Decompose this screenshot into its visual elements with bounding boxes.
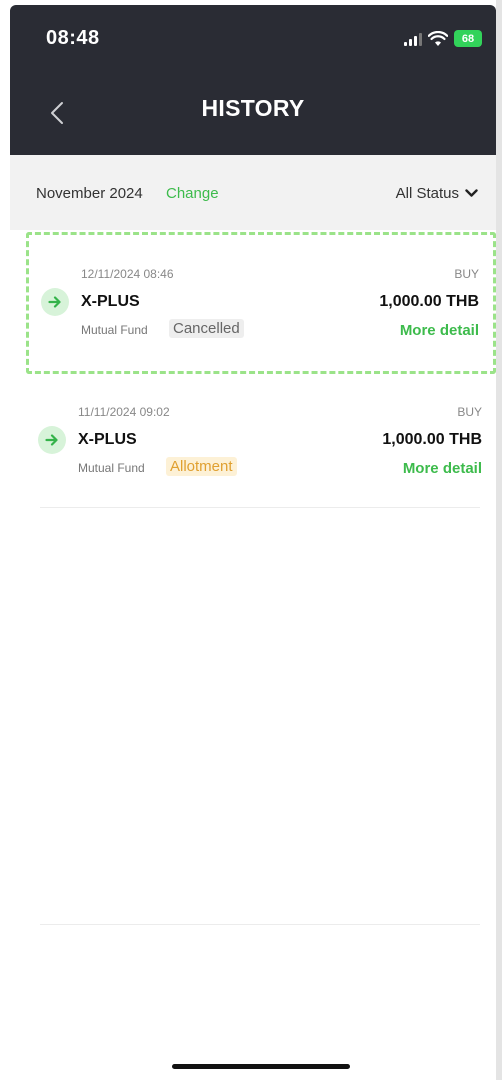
app-header: 08:48 68 HISTORY (10, 5, 496, 155)
change-month-link[interactable]: Change (166, 185, 219, 202)
fund-name: X-PLUS (78, 431, 137, 448)
transaction-item[interactable]: 11/11/2024 09:02 BUY X-PLUS 1,000.00 THB… (26, 373, 496, 515)
app-screen: 08:48 68 HISTORY November 2024 Change Al… (0, 0, 502, 1080)
filter-bar: November 2024 Change All Status (10, 155, 496, 230)
status-bar-icons: 68 (404, 30, 482, 47)
chevron-down-icon (465, 189, 478, 197)
list-divider (40, 924, 480, 925)
page-title: HISTORY (201, 95, 305, 121)
cellular-signal-icon (404, 32, 422, 46)
more-detail-link[interactable]: More detail (400, 322, 479, 339)
battery-icon: 68 (454, 30, 482, 47)
list-divider (40, 507, 480, 508)
device-frame-edge (496, 0, 502, 1080)
status-bar-time: 08:48 (46, 27, 100, 49)
fund-name: X-PLUS (81, 293, 140, 310)
selected-month: November 2024 (36, 185, 143, 202)
transaction-category: Mutual Fund (78, 461, 145, 475)
transaction-amount: 1,000.00 THB (382, 431, 482, 448)
transaction-category: Mutual Fund (81, 323, 148, 337)
more-detail-link[interactable]: More detail (403, 460, 482, 477)
transaction-item[interactable]: 12/11/2024 08:46 BUY X-PLUS 1,000.00 THB… (26, 232, 496, 374)
status-badge: Cancelled (169, 319, 244, 338)
arrow-right-icon (38, 426, 66, 454)
transaction-datetime: 11/11/2024 09:02 (78, 405, 170, 419)
home-indicator[interactable] (172, 1064, 350, 1069)
status-filter-label: All Status (395, 185, 459, 202)
transaction-datetime: 12/11/2024 08:46 (81, 267, 174, 281)
battery-level: 68 (461, 32, 475, 45)
transaction-amount: 1,000.00 THB (379, 293, 479, 310)
transaction-type: BUY (457, 405, 482, 419)
arrow-right-icon (41, 288, 69, 316)
status-badge: Allotment (166, 457, 237, 476)
transaction-type: BUY (454, 267, 479, 281)
wifi-icon (428, 30, 448, 46)
status-filter-dropdown[interactable]: All Status (396, 185, 478, 202)
